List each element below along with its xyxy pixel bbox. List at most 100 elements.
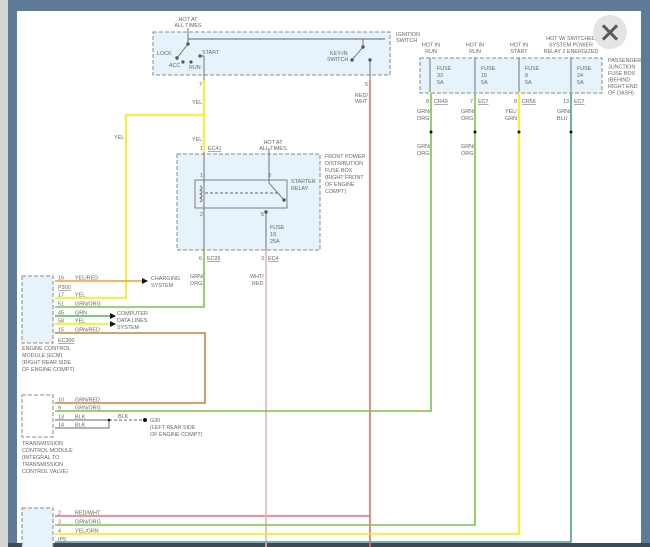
wire-label: GRN/ORG (75, 302, 101, 308)
fpdb-title: OF ENGINE (325, 182, 355, 188)
pin-label: 8 (514, 99, 517, 105)
feed-label: RUN (469, 49, 481, 55)
wire-label: YEL (75, 293, 85, 299)
wire-label: ORG (461, 151, 473, 157)
ecm-title: OF ENGINE COMPT) (22, 367, 75, 373)
wire-label: ORG (417, 151, 429, 157)
wiring-diagram: HOT AT ALL TIMES IGNITION SWITCH LOCK AC… (21, 17, 641, 547)
pin-label: 13 (58, 415, 64, 421)
wire-label: YEL (192, 137, 202, 143)
wire-label: RED (252, 281, 263, 287)
charging-label: SYSTEM (151, 283, 174, 289)
pin-label: 15 (58, 328, 64, 334)
connector-label: EC41 (208, 146, 222, 152)
pjb-title: RIGHT END (608, 84, 638, 90)
wire-label: GRN/ (190, 274, 204, 280)
wire-label: GRN/ (557, 109, 571, 115)
fuse-label: FUSE (437, 66, 452, 72)
fuse-label: 5A (577, 80, 584, 86)
relay-label: RELAY (291, 186, 309, 192)
tcm-title: (INTEGRAL TO (22, 455, 59, 461)
pin-label: 4 (58, 529, 61, 535)
wire-label: ORG (417, 116, 429, 122)
connector-label: EC4 (268, 256, 279, 262)
connector-label: EC7 (574, 99, 585, 105)
ecm-title: MODULE (ECM) (22, 353, 62, 359)
fuse-label: 5A (481, 80, 488, 86)
pin-label: 5 (261, 212, 264, 218)
wire-grn-org-tcm (55, 93, 432, 412)
pin-label: 16 (58, 276, 64, 282)
charging-label: CHARGING (151, 276, 180, 282)
pin-label: 9 (58, 406, 61, 412)
ground-icon (143, 418, 147, 422)
ignition-hot-label: ALL TIMES (174, 23, 202, 29)
pin-label: 14 (58, 423, 64, 429)
wire-label: GRN/ (417, 144, 431, 150)
fpdb-title: (RIGHT FRONT (325, 175, 364, 181)
pjb-title: PASSENGER (608, 58, 641, 64)
pin-label: 2 (200, 212, 203, 218)
wire-label: GRN (75, 311, 87, 317)
hot-label: ALL TIMES (259, 146, 287, 152)
wire-label: YEL (75, 319, 85, 325)
fuse-label: FUSE (270, 225, 285, 231)
pin-label: 5 (365, 82, 368, 88)
pin-label: 10 (58, 398, 64, 404)
feed-label: RUN (425, 49, 437, 55)
wire-label: BLK (75, 415, 86, 421)
wire-label: RED/WHT (75, 511, 101, 517)
wire-label: YEL (192, 100, 202, 106)
connector-label: IP5 (58, 537, 66, 543)
feed-label: SYSTEM POWER (549, 43, 593, 49)
data-arrow-icon (110, 313, 116, 319)
fuse-label: FUSE (525, 66, 540, 72)
fuse-label: 5A (437, 80, 444, 86)
keyin-label: SWITCH (327, 57, 348, 63)
fuse-label: FUSE (577, 66, 592, 72)
pin-label: 3 (268, 173, 271, 179)
connector-label: EC7 (478, 99, 489, 105)
wire-label: YEL/GRN (75, 529, 99, 535)
wire-label: GRN/RED (75, 328, 100, 334)
feed-label: HOT IN (466, 43, 484, 49)
wire-label: BLU (557, 116, 568, 122)
wire-label: YEL/RED (75, 276, 98, 282)
fuse-label: FUSE (481, 66, 496, 72)
tcm-title: TRANSMISSION (22, 462, 63, 468)
wire-label: ORG (461, 116, 473, 122)
pjb-title: OF DASH) (608, 91, 634, 97)
wire-label: GRN/ (417, 109, 431, 115)
tcm-title: TRANSMISSION (22, 441, 63, 447)
connector-label: CR49 (434, 99, 448, 105)
wire-label: BLK (118, 414, 129, 420)
pin-label: 8 (426, 99, 429, 105)
pin-label: 6 (199, 256, 202, 262)
fpdb-title: DISTRIBUTION (325, 161, 363, 167)
pin-label: 3 (58, 520, 61, 526)
passenger-junction-box (419, 57, 603, 94)
ecm-title: ENGINE CONTROL (22, 346, 71, 352)
charging-arrow-icon (142, 278, 148, 284)
run-label: RUN (189, 65, 201, 71)
wire-label: GRN/ (461, 109, 475, 115)
wire-grn-red (55, 332, 206, 404)
close-button[interactable] (593, 15, 627, 49)
pjb-title: JUNCTION (608, 65, 635, 71)
connector-label: EC26 (207, 256, 221, 262)
feed-label: HOT W/ SWITCHED (546, 36, 596, 42)
tcm-title: CONTROL VALVE) (22, 469, 68, 475)
pin-label: 45 (58, 311, 64, 317)
datalines-label: SYSTEM (117, 325, 140, 331)
datalines-label: DATA LINES (117, 318, 148, 324)
wire-label: GRN/ORG (75, 406, 101, 412)
wire-label: GRN (505, 116, 517, 122)
datalines-label: COMPUTER (117, 311, 148, 317)
connector-label: P300 (58, 285, 71, 291)
pin-label: 1 (200, 146, 203, 152)
pjb-title: FUSE BOX (608, 71, 636, 77)
fpdb-title: COMPT) (325, 189, 346, 195)
pin-label: 1 (200, 173, 203, 179)
connector-label: CR56 (522, 99, 536, 105)
splice-dot (107, 418, 111, 422)
